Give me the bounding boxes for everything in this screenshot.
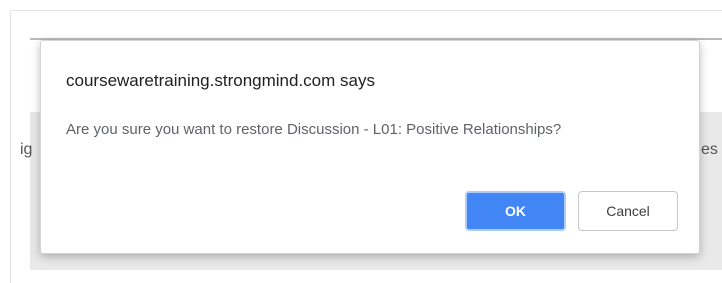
dialog-message: Are you sure you want to restore Discuss… — [66, 121, 562, 138]
background-text-right: es — [701, 141, 718, 158]
cancel-button[interactable]: Cancel — [578, 191, 678, 231]
background-text-left: ig — [20, 141, 33, 158]
confirm-dialog: coursewaretraining.strongmind.com says A… — [40, 40, 700, 254]
dialog-title: coursewaretraining.strongmind.com says — [66, 71, 375, 90]
ok-button[interactable]: OK — [465, 191, 566, 231]
